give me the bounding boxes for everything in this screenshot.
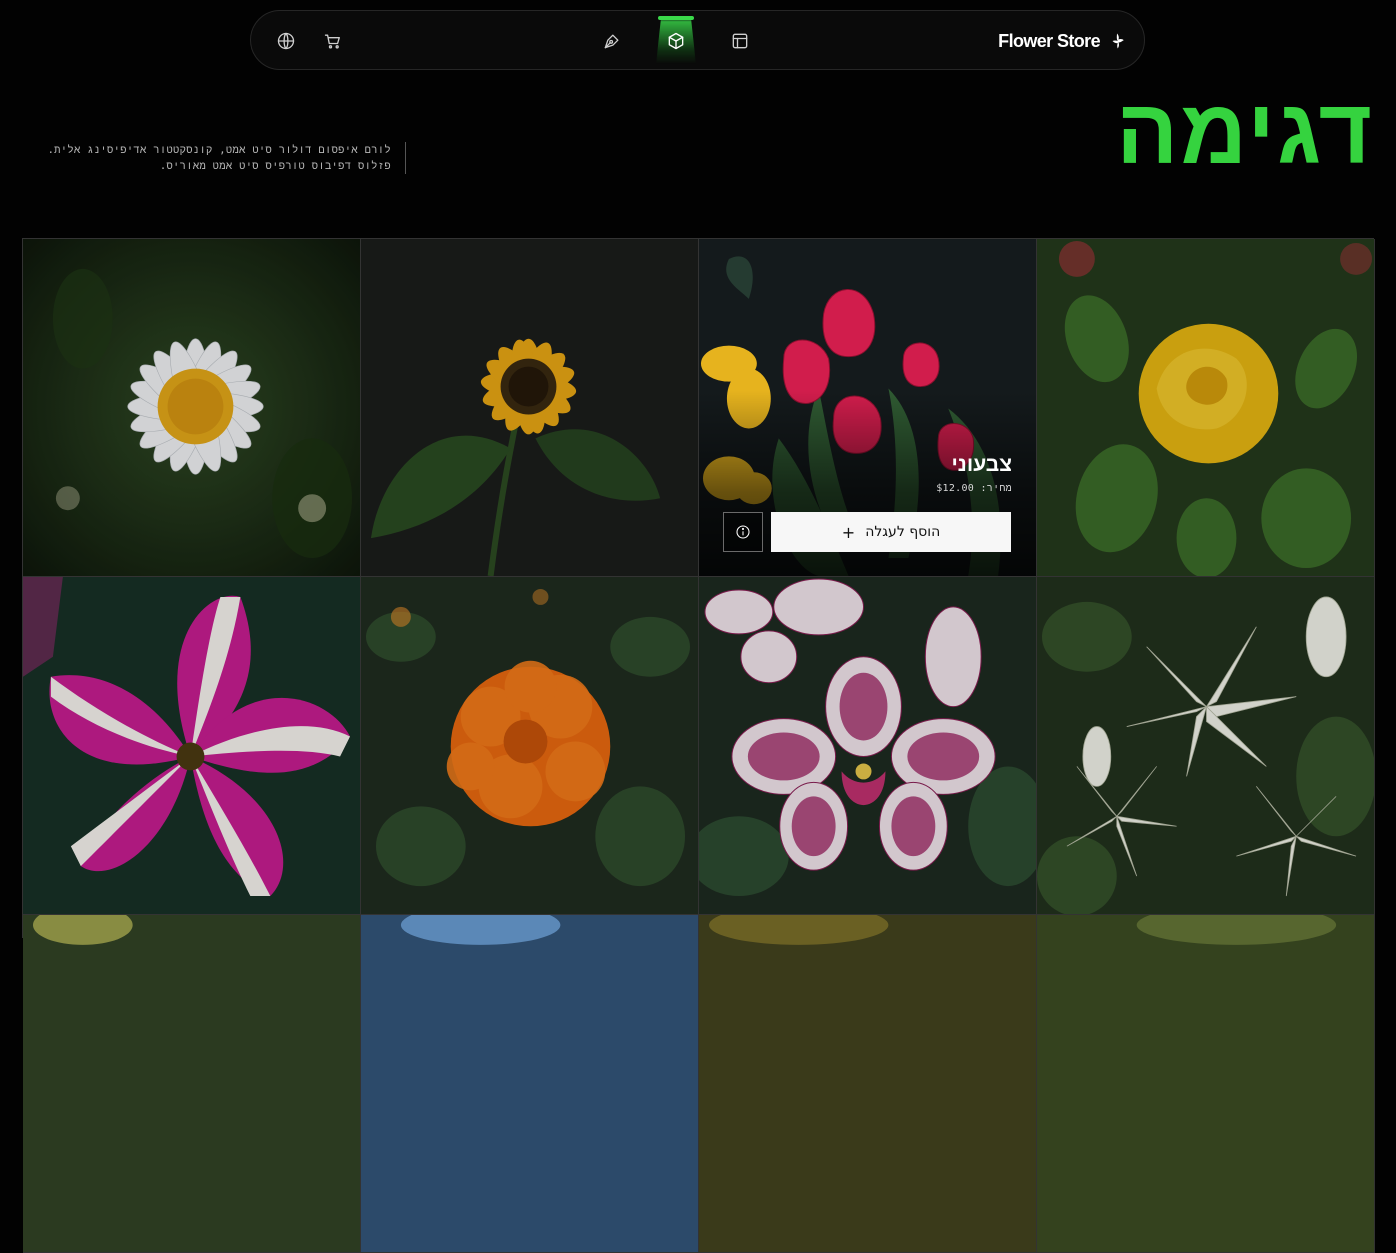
product-grid: צבעוני מחיר: $12.00 הוסף לעגלה + [22,238,1375,1253]
product-info-button[interactable] [723,512,763,552]
flower-image [361,915,698,1252]
product-card-row3-1[interactable] [23,915,361,1253]
hero-description: לורם איפסום דולור סיט אמט, קונסקטטור אדי… [44,142,406,174]
product-price: מחיר: $12.00 [936,483,1012,494]
flower-image [699,915,1036,1252]
image-dim [1037,577,1374,914]
product-card-row3-4[interactable] [1037,915,1375,1253]
image-dim [699,577,1036,914]
active-bar [658,16,694,20]
brand[interactable]: Flower Store [998,27,1126,55]
page-title: דגימה [1116,81,1374,183]
layout-icon[interactable] [729,30,751,52]
cart-icon[interactable] [322,30,344,52]
product-name: צבעוני [951,453,1012,476]
add-to-cart-button[interactable]: הוסף לעגלה + [771,512,1011,552]
product-card-rose[interactable] [1037,239,1375,577]
brand-name: Flower Store [998,30,1100,51]
info-icon [736,525,750,539]
product-card-row3-2[interactable] [361,915,699,1253]
product-card-marigold[interactable] [361,577,699,915]
product-card-petunia[interactable] [23,577,361,915]
product-card-orchid[interactable] [699,577,1037,915]
nav-active-indicator [656,16,696,64]
flower-logo-icon [1112,33,1124,49]
image-dim [23,239,360,576]
box-icon[interactable] [665,30,687,52]
flower-image [23,915,360,1252]
add-to-cart-label: הוסף לעגלה [865,524,941,540]
plus-icon: + [841,522,856,542]
image-dim [361,239,698,576]
product-card-tulip[interactable]: צבעוני מחיר: $12.00 הוסף לעגלה + [699,239,1037,577]
product-card-row3-3[interactable] [699,915,1037,1253]
image-dim [361,577,698,914]
product-card-lily[interactable] [1037,577,1375,915]
top-nav: Flower Store [250,10,1145,70]
image-dim [23,577,360,914]
pen-tool-icon[interactable] [601,30,623,52]
product-card-daisy[interactable] [23,239,361,577]
product-card-sunflower[interactable] [361,239,699,577]
globe-icon[interactable] [275,30,297,52]
image-dim [1037,239,1374,576]
flower-image [1037,915,1374,1252]
